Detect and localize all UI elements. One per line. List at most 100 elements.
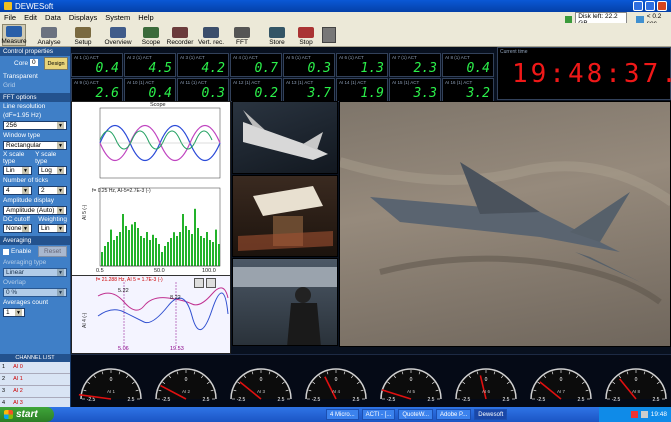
resolution-select[interactable]: 256 ▼ — [3, 121, 67, 130]
digital-display[interactable]: AI 16 (1) ACT 3.2 — [442, 78, 494, 102]
amplitude-select[interactable]: Amplitude (Auto) ▼ — [3, 206, 67, 215]
x-scale-select[interactable]: Lin ▼ — [3, 166, 32, 175]
maximize-button[interactable] — [645, 1, 655, 11]
grid-label[interactable]: Grid — [0, 81, 70, 90]
digital-display-label: AI 9 (1) ACT — [74, 80, 99, 85]
digital-display[interactable]: AI 8 (1) ACT 0.4 — [442, 53, 494, 77]
channel-row[interactable]: 1 AI 0 — [0, 362, 70, 374]
tray-icon[interactable] — [640, 411, 648, 418]
gauge[interactable]: -2.5 0 2.5 AI 7 — [530, 368, 592, 403]
digital-display[interactable]: AI 13 (1) ACT 3.7 — [283, 78, 335, 102]
chevron-down-icon: ▼ — [22, 225, 29, 232]
taskbar-item[interactable]: Adobe P... — [436, 409, 472, 420]
avg-count-select[interactable]: 1 ▼ — [3, 308, 25, 317]
digital-display[interactable]: AI 15 (1) ACT 3.3 — [389, 78, 441, 102]
gauge[interactable]: -2.5 0 2.5 AI 3 — [230, 368, 292, 403]
fft-button[interactable]: FFT — [234, 24, 250, 46]
taskbar-item[interactable]: ACTI - [... — [361, 409, 396, 420]
gauge-label: AI 3 — [257, 389, 266, 394]
menu-displays[interactable]: Displays — [69, 13, 97, 22]
amplitude-label: Amplitude display — [3, 197, 54, 204]
fft-overlay-panel[interactable]: f= 21.288 Hz, AI 5 = 1.7E-3 (-) 5.22 8.2… — [72, 275, 230, 353]
menu-edit[interactable]: Edit — [24, 13, 37, 22]
gauge-tick-label: 2.5 — [353, 397, 360, 403]
store-button[interactable]: Store — [268, 24, 286, 46]
digital-display[interactable]: AI 12 (1) ACT 0.2 — [230, 78, 282, 102]
gauge[interactable]: -2.5 0 2.5 AI 6 — [455, 368, 517, 403]
gauge[interactable]: -2.5 0 2.5 AI 8 — [605, 368, 667, 403]
fft-x-tick: 0.5 — [96, 268, 104, 274]
digital-display[interactable]: AI 7 (1) ACT 2.3 — [389, 53, 441, 77]
scope-panel[interactable]: Scope f= 0.25 Hz, AI-5=2.7E-3 (-) AI 5 (… — [71, 101, 231, 354]
channel-row[interactable]: 2 AI 1 — [0, 374, 70, 386]
menu-system[interactable]: System — [105, 13, 130, 22]
overview-button[interactable]: Overview — [104, 24, 132, 46]
transparent-label[interactable]: Transparent — [0, 72, 70, 81]
setup-button[interactable]: Setup — [72, 24, 94, 46]
window-type-select[interactable]: Rectangular ▼ — [3, 141, 67, 150]
digital-display[interactable]: AI 14 (1) ACT 1.9 — [336, 78, 388, 102]
clock-display[interactable]: Current time 19:48:37.9 — [497, 47, 671, 100]
menu-data[interactable]: Data — [45, 13, 61, 22]
window-title: DEWESoft — [15, 1, 54, 11]
jet-graphic — [340, 157, 670, 305]
channel-row[interactable]: 3 AI 2 — [0, 386, 70, 398]
scope-button[interactable]: Scope — [140, 24, 162, 46]
analyse-button[interactable]: Analyse — [36, 24, 62, 46]
lock-icon[interactable] — [322, 27, 336, 43]
fft-bar — [107, 242, 109, 266]
app-icon — [4, 2, 12, 10]
design-button[interactable]: Design — [44, 57, 68, 70]
digital-display[interactable]: AI 3 (1) ACT 4.2 — [177, 53, 229, 77]
menu-file[interactable]: File — [4, 13, 16, 22]
digital-display[interactable]: AI 11 (1) ACT 0.3 — [177, 78, 229, 102]
gauge[interactable]: -2.5 0 2.5 AI 1 — [78, 368, 142, 403]
gauge-tick-label: 2.5 — [203, 397, 210, 403]
gauge[interactable]: -2.5 0 2.5 AI 5 — [380, 368, 442, 403]
digital-display[interactable]: AI 9 (1) ACT 2.6 — [71, 78, 123, 102]
digital-display[interactable]: AI 2 (1) ACT 4.5 — [124, 53, 176, 77]
start-button[interactable]: start — [0, 407, 54, 422]
digital-display[interactable]: AI 6 (1) ACT 1.3 — [336, 53, 388, 77]
zoom-icon[interactable] — [194, 278, 204, 288]
stop-button[interactable]: Stop — [298, 24, 314, 46]
taskbar-item[interactable]: QuoteW... — [398, 409, 434, 420]
gauge-tick-label: -2.5 — [312, 397, 321, 403]
fft-bar — [203, 238, 205, 266]
chevron-down-icon: ▼ — [57, 187, 64, 194]
cursor-icon[interactable] — [206, 278, 216, 288]
digital-display-value: 0.4 — [466, 61, 490, 76]
chevron-down-icon: ▼ — [57, 225, 64, 232]
taskbar-item[interactable]: 4 Micro... — [326, 409, 359, 420]
gauge-dial — [155, 368, 217, 400]
digital-display[interactable]: AI 1 (1) ACT 0.4 — [71, 53, 123, 77]
digital-display-row-1: AI 1 (1) ACT 0.4 AI 2 (1) ACT 4.5 AI 3 (1) A… — [71, 53, 494, 77]
fft-bar — [161, 252, 163, 266]
tray-icon[interactable] — [630, 411, 638, 418]
y-scale-select[interactable]: Log ▼ — [38, 166, 67, 175]
taskbar-item[interactable]: Dewesoft — [474, 409, 508, 420]
gauge[interactable]: -2.5 0 2.5 AI 4 — [305, 368, 367, 403]
avg-type-select[interactable]: Linear ▼ — [3, 268, 67, 277]
overlap-select[interactable]: 0 % ▼ — [3, 288, 67, 297]
minimize-button[interactable] — [633, 1, 643, 11]
vert-rec-button[interactable]: Vert. rec. — [198, 24, 224, 46]
digital-display[interactable]: AI 10 (1) ACT 0.4 — [124, 78, 176, 102]
weighting-select[interactable]: Lin ▼ — [38, 224, 67, 233]
close-button[interactable] — [657, 1, 667, 11]
reset-button[interactable]: Reset — [38, 246, 67, 257]
digital-display[interactable]: AI 4 (1) ACT 0.7 — [230, 53, 282, 77]
enable-checkbox[interactable]: Enable — [3, 248, 31, 255]
core-value[interactable]: 0 — [30, 59, 38, 66]
dc-cutoff-select[interactable]: None ▼ — [3, 224, 32, 233]
ticks-x-select[interactable]: 4 ▼ — [3, 186, 32, 195]
digital-display[interactable]: AI 5 (1) ACT 0.3 — [283, 53, 335, 77]
digital-display-label: AI 13 (1) ACT — [286, 80, 314, 85]
chevron-down-icon: ▼ — [57, 122, 64, 129]
recorder-button[interactable]: Recorder — [166, 24, 194, 46]
menu-help[interactable]: Help — [138, 13, 153, 22]
fft-info: f= 0.25 Hz, AI-5=2.7E-3 (-) — [92, 188, 151, 194]
ticks-y-select[interactable]: 2 ▼ — [38, 186, 67, 195]
measure-button[interactable]: Measure — [1, 24, 27, 46]
gauge[interactable]: -2.5 0 2.5 AI 2 — [155, 368, 217, 403]
